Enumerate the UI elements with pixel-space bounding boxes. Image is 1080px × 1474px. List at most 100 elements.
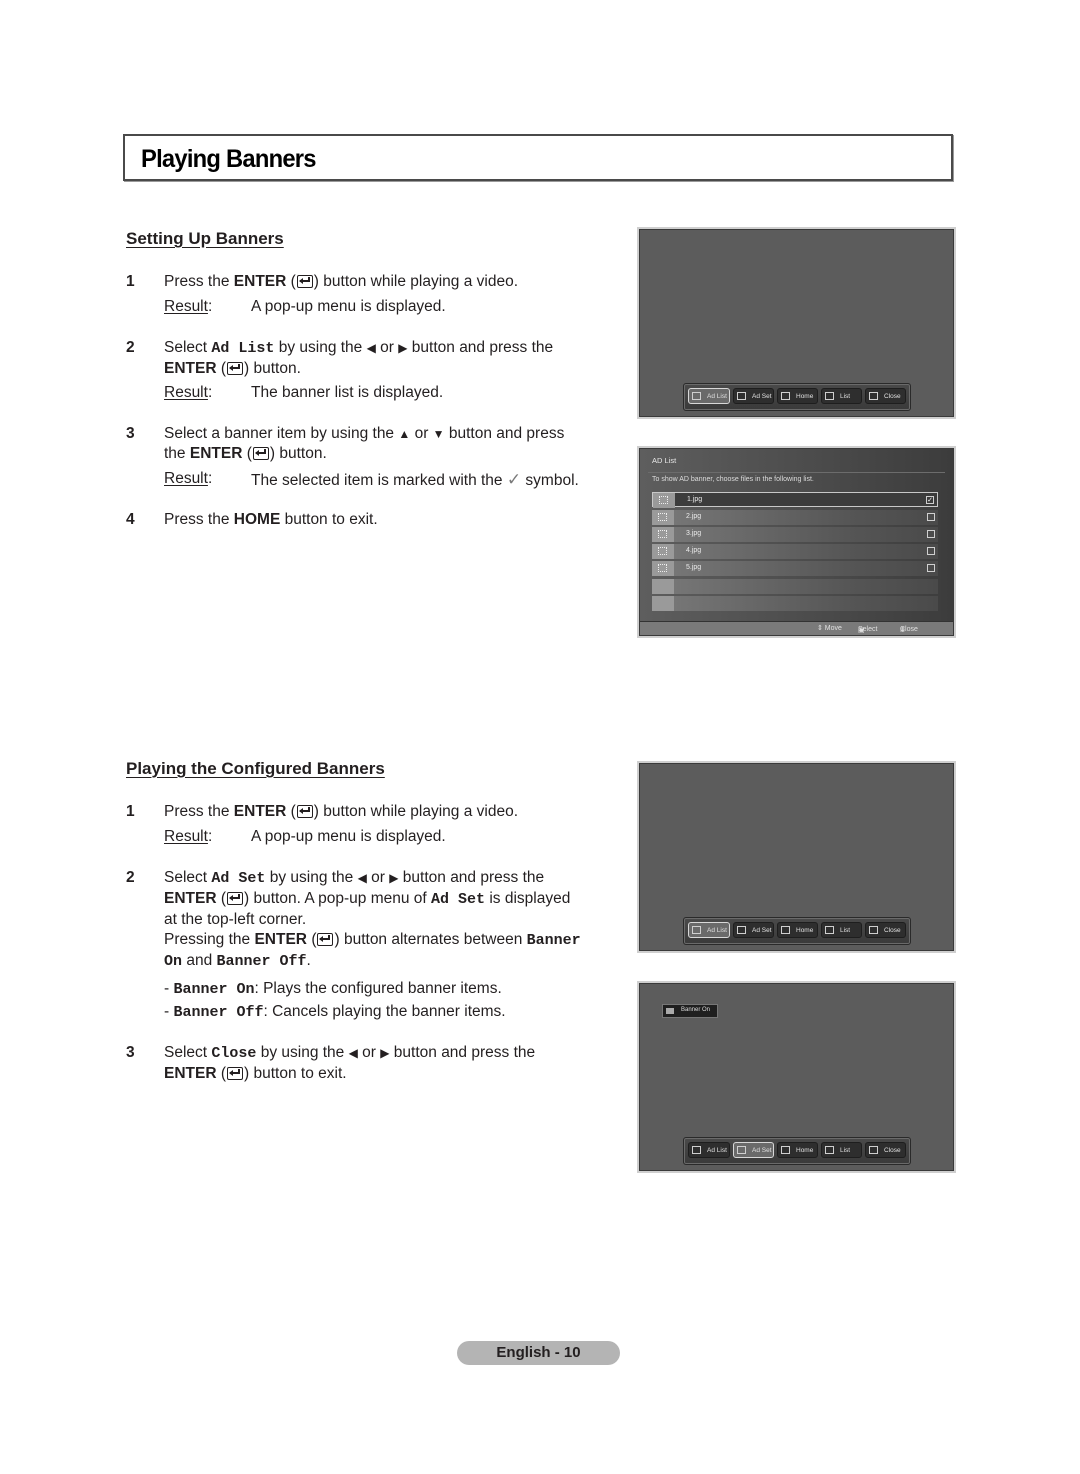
osd-home-button[interactable]: Home [777,1142,818,1158]
code-close: Close [211,1045,257,1062]
checkbox[interactable] [927,530,935,538]
step-number: 1 [126,273,135,290]
text: Select [164,339,212,356]
ad-list-icon [692,926,701,934]
file-name: 4.jpg [686,547,702,554]
osd-list-button[interactable]: List [821,1142,862,1158]
text: by using the [265,869,358,886]
film-icon [653,493,675,508]
home-icon [781,392,790,400]
osd-ad-set-button[interactable]: Ad Set [733,388,774,404]
enter-icon [317,933,334,946]
text: button while playing a video. [318,273,519,290]
checkbox[interactable] [927,564,935,572]
osd-ad-list-button[interactable]: Ad List [688,922,730,938]
step-text: Select Ad Set by using the ◀ or ▶ button… [164,869,581,970]
ad-list-title: AD List [652,456,677,465]
file-row[interactable]: 2.jpg [652,510,938,525]
enter-icon [227,1067,244,1080]
text: the [164,445,190,462]
osd-close-button[interactable]: Close [865,388,906,404]
step-text: Press the ENTER () button while playing … [164,803,519,820]
step-text: Select a banner item by using the ▲ or ▼… [164,425,565,462]
left-arrow-icon: ◀ [366,341,376,355]
step-text: Press the HOME button to exit. [164,510,624,530]
label: Ad Set [752,393,772,400]
osd-close-button[interactable]: Close [865,1142,906,1158]
osd-close-button[interactable]: Close [865,922,906,938]
code-banner: Banner [526,932,581,949]
result-text: The selected item is marked with the ✓ s… [251,470,579,490]
code-banner-on: Banner On [173,981,255,998]
enter-label: ENTER [189,445,243,462]
text: by using the [256,1044,349,1061]
label: Home [796,393,814,400]
text: button alternates between [339,931,527,948]
text: button while playing a video. [318,803,519,820]
osd-list-button[interactable]: List [821,388,862,404]
text: Press the [164,273,234,290]
code-ad-set: Ad Set [431,891,486,908]
banner-on-popup[interactable]: Banner On [662,1004,718,1018]
osd-home-button[interactable]: Home [777,388,818,404]
ad-list-icon [692,1146,701,1154]
text: button and press the [389,1044,536,1061]
list-icon [825,926,834,934]
text: by using the [274,339,367,356]
osd-menu-bar: Ad List Ad Set Home List Close [683,917,911,945]
file-row[interactable]: 4.jpg [652,544,938,559]
setup-step-2-result: Result: The banner list is displayed. [164,384,444,401]
osd-home-button[interactable]: Home [777,922,818,938]
label: Ad List [707,927,727,934]
checkbox[interactable]: ✓ [926,496,934,504]
step-number: 2 [126,869,135,886]
label: Home [796,1147,814,1154]
osd-ad-set-button[interactable]: Ad Set [733,1142,774,1158]
enter-icon [252,447,269,460]
enter-icon [227,362,244,375]
film-icon [652,561,674,576]
file-row[interactable]: 1.jpg ✓ [652,492,938,508]
ad-set-icon [737,926,746,934]
step-number: 3 [126,1044,135,1061]
file-row[interactable]: 3.jpg [652,527,938,542]
tv-screen-popup-menu: Ad List Ad Set Home List Close [639,229,954,417]
checkbox[interactable] [927,513,935,521]
text: : Plays the configured banner items. [254,980,502,997]
ad-set-icon [737,392,746,400]
code-ad-set: Ad Set [211,870,266,887]
divider [648,472,945,473]
code-banner-off: Banner Off [216,953,307,970]
enter-label: ENTER [164,1065,217,1082]
setup-step-3-result: Result: The selected item is marked with… [164,470,579,489]
checkbox[interactable] [927,547,935,555]
osd-menu-bar: Ad List Ad Set Home List Close [683,1137,911,1165]
label: Close [884,393,901,400]
text: at the top-left corner. [164,911,307,928]
code-on: On [164,953,183,970]
text: and [182,952,217,969]
text: Press the [164,511,234,528]
label: Ad Set [752,1147,772,1154]
label: Ad List [707,393,727,400]
close-icon [869,1146,878,1154]
osd-ad-set-button[interactable]: Ad Set [733,922,774,938]
section-heading-playing: Playing the Configured Banners [126,759,385,778]
text: is displayed [485,890,571,907]
close-icon [869,392,878,400]
label: Select [858,626,878,633]
osd-ad-list-button[interactable]: Ad List [688,1142,730,1158]
step-number: 4 [126,511,135,528]
result-label: Result [164,384,208,401]
osd-list-button[interactable]: List [821,922,862,938]
osd-ad-list-button[interactable]: Ad List [688,388,730,404]
label: Ad Set [752,927,772,934]
enter-icon [296,805,313,818]
label: Close [884,927,901,934]
left-arrow-icon: ◀ [357,871,367,885]
result-text: A pop-up menu is displayed. [251,828,446,845]
empty-row [652,579,938,594]
text: or [375,339,399,356]
text: Select a banner item by using the [164,425,399,442]
file-row[interactable]: 5.jpg [652,561,938,576]
